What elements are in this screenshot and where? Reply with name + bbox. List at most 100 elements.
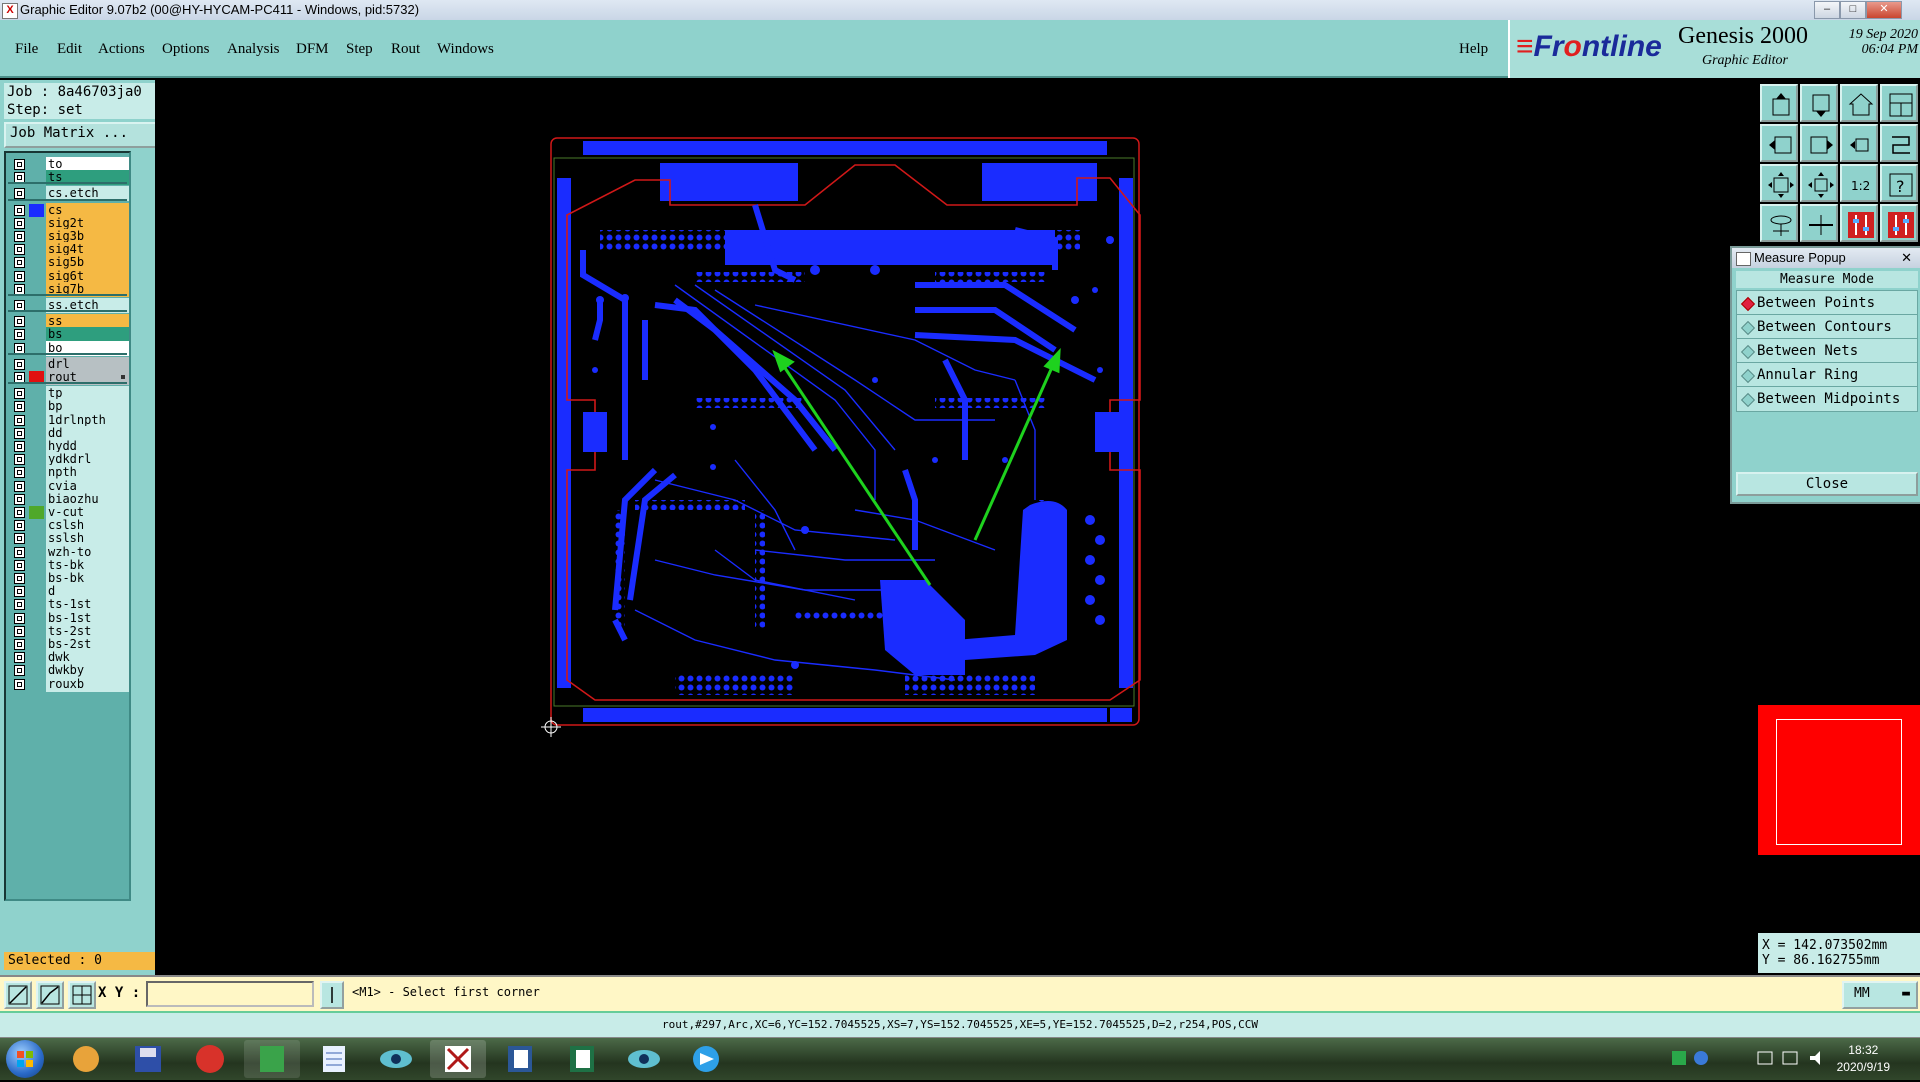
layer-checkbox[interactable] xyxy=(14,388,25,400)
layer-color-swatch[interactable] xyxy=(29,414,44,427)
layer-checkbox[interactable] xyxy=(14,414,25,426)
layer-checkbox[interactable] xyxy=(14,441,25,452)
fit-button[interactable] xyxy=(1760,164,1798,202)
layer-color-swatch[interactable] xyxy=(29,664,44,677)
layer-color-swatch[interactable] xyxy=(29,651,44,664)
units-selector[interactable]: MM ▬ xyxy=(1842,981,1918,1009)
layer-checkbox[interactable] xyxy=(14,204,25,216)
window-button[interactable] xyxy=(1880,84,1918,122)
measure-option-annular-ring[interactable]: Annular Ring xyxy=(1736,362,1918,388)
close-window-button[interactable]: ✕ xyxy=(1866,1,1902,19)
layer-checkbox[interactable] xyxy=(14,612,25,624)
layer-color-swatch[interactable] xyxy=(29,480,44,493)
measure-option-between-midpoints[interactable]: Between Midpoints xyxy=(1736,386,1918,412)
menu-actions[interactable]: Actions xyxy=(98,41,145,58)
menu-step[interactable]: Step xyxy=(346,41,373,58)
layer-color-swatch[interactable] xyxy=(29,572,44,585)
pan-left-button[interactable] xyxy=(1760,124,1798,162)
layer-checkbox[interactable] xyxy=(14,257,25,269)
taskbar-app-messenger[interactable] xyxy=(678,1040,734,1078)
snap-alt-button[interactable] xyxy=(1880,204,1918,242)
taskbar-app-viewer[interactable] xyxy=(616,1040,672,1078)
layer-checkbox[interactable] xyxy=(14,454,25,466)
layer-color-swatch[interactable] xyxy=(29,427,44,440)
layer-color-swatch[interactable] xyxy=(29,358,44,371)
layer-name[interactable]: rouxb xyxy=(46,676,129,692)
layer-color-swatch[interactable] xyxy=(29,270,44,283)
layer-checkbox[interactable] xyxy=(14,533,25,545)
layer-color-swatch[interactable] xyxy=(29,638,44,651)
layer-checkbox[interactable] xyxy=(14,507,25,518)
layer-color-swatch[interactable] xyxy=(29,230,44,243)
layer-color-swatch[interactable] xyxy=(29,400,44,413)
grid-mode-button[interactable] xyxy=(68,981,96,1009)
layer-color-swatch[interactable] xyxy=(29,256,44,269)
pan-right-button[interactable] xyxy=(1800,124,1838,162)
layer-checkbox[interactable] xyxy=(14,559,25,571)
menu-dfm[interactable]: DFM xyxy=(296,41,329,58)
taskbar-app-notes[interactable] xyxy=(306,1040,362,1078)
measure-close-button[interactable]: Close xyxy=(1736,472,1918,496)
line-mode-button[interactable] xyxy=(36,981,64,1009)
layer-color-swatch[interactable] xyxy=(29,506,44,519)
layer-checkbox[interactable] xyxy=(14,401,25,413)
layer-checkbox[interactable] xyxy=(14,217,25,229)
pan-down-button[interactable] xyxy=(1800,84,1838,122)
layer-color-swatch[interactable] xyxy=(29,598,44,611)
measure-option-between-contours[interactable]: Between Contours xyxy=(1736,314,1918,340)
layer-checkbox[interactable] xyxy=(14,599,25,611)
layer-color-swatch[interactable] xyxy=(29,315,44,328)
input-mode-button[interactable] xyxy=(320,981,344,1009)
layer-checkbox[interactable] xyxy=(14,159,25,170)
layer-color-swatch[interactable] xyxy=(29,546,44,559)
taskbar-app-excel[interactable] xyxy=(554,1040,610,1078)
minimize-button[interactable]: – xyxy=(1814,1,1840,19)
layer-checkbox[interactable] xyxy=(14,244,25,256)
layer-color-swatch[interactable] xyxy=(29,532,44,545)
graphic-canvas[interactable] xyxy=(155,80,1758,975)
layer-color-swatch[interactable] xyxy=(29,678,44,691)
layer-color-swatch[interactable] xyxy=(29,612,44,625)
menu-help[interactable]: Help xyxy=(1459,41,1488,58)
xy-input[interactable] xyxy=(146,981,314,1007)
layer-checkbox[interactable] xyxy=(14,652,25,664)
ruler-button[interactable] xyxy=(1800,204,1838,242)
taskbar-app-graphic-editor[interactable] xyxy=(430,1040,486,1078)
zoom-center-button[interactable] xyxy=(1840,124,1878,162)
home-button[interactable] xyxy=(1840,84,1878,122)
taskbar-app-shell[interactable] xyxy=(58,1040,114,1078)
maximize-button[interactable]: □ xyxy=(1840,1,1866,19)
layer-color-swatch[interactable] xyxy=(29,625,44,638)
menu-windows[interactable]: Windows xyxy=(437,41,494,58)
layer-color-swatch[interactable] xyxy=(29,243,44,256)
job-matrix-button[interactable]: Job Matrix ... xyxy=(4,122,160,148)
menu-edit[interactable]: Edit xyxy=(57,41,82,58)
layer-color-swatch[interactable] xyxy=(29,217,44,230)
layer-checkbox[interactable] xyxy=(14,480,25,492)
measure-button[interactable] xyxy=(1760,204,1798,242)
menu-options[interactable]: Options xyxy=(162,41,210,58)
popup-close-icon[interactable]: ✕ xyxy=(1901,248,1912,268)
layer-color-swatch[interactable] xyxy=(29,519,44,532)
layer-color-swatch[interactable] xyxy=(29,328,44,341)
start-button[interactable] xyxy=(6,1040,44,1078)
layer-checkbox[interactable] xyxy=(14,231,25,242)
snap-button[interactable] xyxy=(1840,204,1878,242)
taskbar-app-genesis[interactable] xyxy=(182,1040,238,1078)
layer-checkbox[interactable] xyxy=(14,358,25,370)
layer-color-swatch[interactable] xyxy=(29,466,44,479)
pan-up-button[interactable] xyxy=(1760,84,1798,122)
layer-checkbox[interactable] xyxy=(14,520,25,532)
taskbar-app-eye[interactable] xyxy=(368,1040,424,1078)
layer-checkbox[interactable] xyxy=(14,329,25,341)
layer-color-swatch[interactable] xyxy=(29,158,44,171)
snap-mode-button[interactable] xyxy=(4,981,32,1009)
layer-checkbox[interactable] xyxy=(14,427,25,439)
layer-color-swatch[interactable] xyxy=(29,440,44,453)
layer-checkbox[interactable] xyxy=(14,573,25,584)
measure-option-between-nets[interactable]: Between Nets xyxy=(1736,338,1918,364)
measure-option-between-points[interactable]: Between Points xyxy=(1736,290,1918,316)
layer-checkbox[interactable] xyxy=(14,639,25,650)
overview-map[interactable] xyxy=(1758,625,1920,875)
scale-1-2-button[interactable]: 1:2 xyxy=(1840,164,1878,202)
